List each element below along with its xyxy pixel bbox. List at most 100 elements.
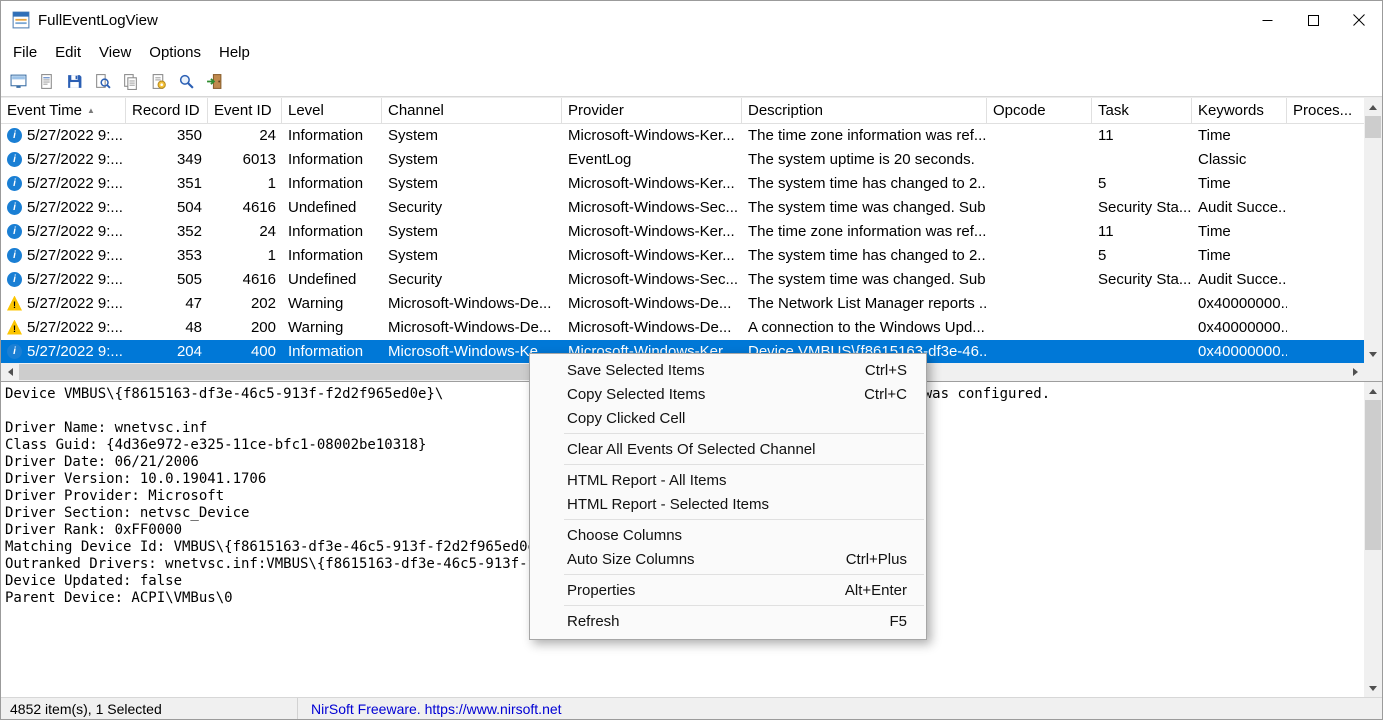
close-button[interactable]	[1336, 1, 1382, 39]
copy-icon[interactable]	[118, 69, 143, 94]
table-row[interactable]: i 5/27/2022 9:... 353 1 Information System Mic…	[1, 244, 1366, 268]
search-document-icon[interactable]	[90, 69, 115, 94]
menu-separator	[564, 433, 924, 434]
cell-description: The system time was changed. Sub...	[748, 271, 987, 288]
scroll-thumb[interactable]	[1365, 400, 1381, 550]
column-header-process[interactable]: Proces...	[1287, 98, 1366, 123]
column-header-opcode[interactable]: Opcode	[987, 98, 1092, 123]
context-menu-item-save-selected-items[interactable]: Save Selected Items Ctrl+S	[530, 358, 926, 382]
properties-icon[interactable]	[146, 69, 171, 94]
table-row[interactable]: i 5/27/2022 9:... 350 24 Information System Mi…	[1, 124, 1366, 148]
exit-icon[interactable]	[202, 69, 227, 94]
menu-help[interactable]: Help	[210, 41, 259, 64]
cell-record_id: 47	[185, 295, 202, 312]
cell-event_id: 200	[250, 319, 276, 336]
cell-description: The system time was changed. Sub...	[748, 199, 987, 216]
cell-provider: Microsoft-Windows-Sec...	[568, 271, 739, 288]
cell-opcode	[987, 172, 1092, 196]
scroll-down-arrow-icon[interactable]	[1364, 345, 1382, 363]
column-header-provider[interactable]: Provider	[562, 98, 742, 123]
table-row[interactable]: i 5/27/2022 9:... 352 24 Information System Mi…	[1, 220, 1366, 244]
cell-level: Information	[288, 175, 364, 192]
context-menu-item-properties[interactable]: Properties Alt+Enter	[530, 578, 926, 602]
cell-record_id: 349	[176, 151, 202, 168]
column-header-channel[interactable]: Channel	[382, 98, 562, 123]
column-header-description[interactable]: Description	[742, 98, 987, 123]
context-menu-item-choose-columns[interactable]: Choose Columns	[530, 523, 926, 547]
scroll-up-arrow-icon[interactable]	[1364, 382, 1382, 400]
context-menu-item-html-report-all-items[interactable]: HTML Report - All Items	[530, 468, 926, 492]
cell-channel: System	[388, 223, 439, 240]
scrollbar-corner	[1364, 363, 1382, 381]
table-row[interactable]: i 5/27/2022 9:... 351 1 Information System Mic…	[1, 172, 1366, 196]
menu-options[interactable]: Options	[140, 41, 210, 64]
column-header-event_id[interactable]: Event ID	[208, 98, 282, 123]
context-menu-item-auto-size-columns[interactable]: Auto Size Columns Ctrl+Plus	[530, 547, 926, 571]
window-title: FullEventLogView	[38, 11, 158, 29]
table-row[interactable]: ! 5/27/2022 9:... 48 200 Warning Microsoft-Wi…	[1, 316, 1366, 340]
event-list: Event Time ▲ Record ID Event ID Level Channel…	[1, 97, 1382, 381]
cell-process	[1287, 268, 1366, 292]
context-menu-item-copy-clicked-cell[interactable]: Copy Clicked Cell	[530, 406, 926, 430]
menu-file[interactable]: File	[4, 41, 46, 64]
column-header-level[interactable]: Level	[282, 98, 382, 123]
cell-task: 11	[1098, 127, 1114, 144]
table-row[interactable]: i 5/27/2022 9:... 505 4616 Undefined Security…	[1, 268, 1366, 292]
cell-description: The time zone information was ref...	[748, 127, 987, 144]
list-vertical-scrollbar[interactable]	[1364, 98, 1382, 363]
context-menu-item-refresh[interactable]: Refresh F5	[530, 609, 926, 633]
menu-item-shortcut: Ctrl+Plus	[845, 550, 907, 568]
cell-level: Information	[288, 247, 364, 264]
cell-level: Information	[288, 223, 364, 240]
document-icon[interactable]	[34, 69, 59, 94]
column-header-time[interactable]: Event Time ▲	[1, 98, 126, 123]
scroll-left-arrow-icon[interactable]	[1, 363, 19, 381]
minimize-button[interactable]	[1244, 1, 1290, 39]
cell-keywords: 0x40000000...	[1198, 343, 1287, 360]
cell-opcode	[987, 220, 1092, 244]
column-header-task[interactable]: Task	[1092, 98, 1192, 123]
cell-record_id: 352	[176, 223, 202, 240]
cell-time: ! 5/27/2022 9:...	[1, 292, 126, 316]
save-icon[interactable]	[62, 69, 87, 94]
table-body: i 5/27/2022 9:... 350 24 Information System Mi…	[1, 124, 1366, 364]
info-icon: i	[7, 151, 22, 167]
find-icon[interactable]	[174, 69, 199, 94]
scroll-down-arrow-icon[interactable]	[1364, 679, 1382, 697]
detail-vertical-scrollbar[interactable]	[1364, 382, 1382, 697]
cell-opcode	[987, 124, 1092, 148]
cell-provider: Microsoft-Windows-Sec...	[568, 199, 739, 216]
scroll-up-arrow-icon[interactable]	[1364, 98, 1382, 116]
context-menu-item-html-report-selected-items[interactable]: HTML Report - Selected Items	[530, 492, 926, 516]
cell-keywords: 0x40000000...	[1198, 319, 1287, 336]
menu-view[interactable]: View	[90, 41, 140, 64]
column-header-record_id[interactable]: Record ID	[126, 98, 208, 123]
cell-process	[1287, 124, 1366, 148]
cell-description: A connection to the Windows Upd...	[748, 319, 985, 336]
maximize-button[interactable]	[1290, 1, 1336, 39]
menu-item-shortcut: Ctrl+S	[864, 361, 907, 379]
nirsoft-link[interactable]: NirSoft Freeware. https://www.nirsoft.ne…	[311, 701, 562, 717]
info-icon: i	[7, 271, 22, 287]
column-header-keywords[interactable]: Keywords	[1192, 98, 1287, 123]
cell-keywords: Classic	[1198, 151, 1247, 168]
cell-channel: Microsoft-Windows-De...	[388, 319, 552, 336]
cell-keywords: Audit Succe...	[1198, 199, 1287, 216]
scroll-right-arrow-icon[interactable]	[1346, 363, 1364, 381]
cell-task	[1092, 292, 1192, 316]
menu-item-label: Auto Size Columns	[567, 550, 695, 568]
table-row[interactable]: ! 5/27/2022 9:... 47 202 Warning Microsoft-Wi…	[1, 292, 1366, 316]
table-row[interactable]: i 5/27/2022 9:... 504 4616 Undefined Security…	[1, 196, 1366, 220]
menu-edit[interactable]: Edit	[46, 41, 90, 64]
context-menu-item-clear-all-events-of-selected-channel[interactable]: Clear All Events Of Selected Channel	[530, 437, 926, 461]
menu-separator	[564, 519, 924, 520]
cell-event_id: 400	[250, 343, 276, 360]
monitor-icon[interactable]	[6, 69, 31, 94]
minimize-icon	[1262, 19, 1272, 21]
menu-item-label: Properties	[567, 581, 636, 599]
cell-keywords: Time	[1198, 247, 1231, 264]
context-menu-item-copy-selected-items[interactable]: Copy Selected Items Ctrl+C	[530, 382, 926, 406]
scroll-thumb[interactable]	[1365, 116, 1381, 138]
maximize-icon	[1307, 14, 1319, 26]
table-row[interactable]: i 5/27/2022 9:... 349 6013 Information System…	[1, 148, 1366, 172]
